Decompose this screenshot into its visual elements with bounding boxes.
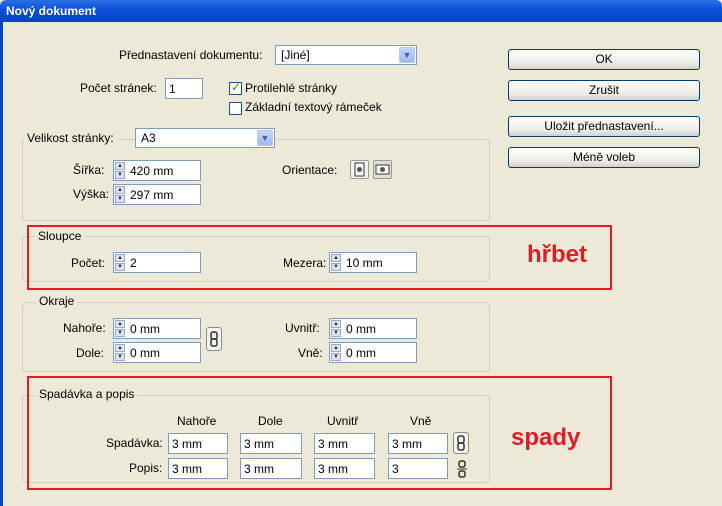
stepper-arrows-icon[interactable]: ▲ ▼ xyxy=(115,162,125,179)
pages-value: 1 xyxy=(169,82,176,96)
page-size-value: A3 xyxy=(141,131,156,145)
height-value: 297 mm xyxy=(130,188,174,202)
chevron-down-icon: ▼ xyxy=(257,130,273,146)
spine-annotation: hřbet xyxy=(527,241,587,268)
chevron-down-icon: ▼ xyxy=(399,47,415,63)
link-chain-icon[interactable] xyxy=(206,327,222,351)
preset-select[interactable]: [Jiné] ▼ xyxy=(275,45,417,65)
margin-outside-value: 0 mm xyxy=(346,346,376,360)
landscape-orientation-icon[interactable] xyxy=(373,160,392,179)
cancel-button[interactable]: Zrušit xyxy=(508,80,700,101)
width-label: Šířka: xyxy=(73,163,105,177)
ok-button[interactable]: OK xyxy=(508,49,700,70)
bleeds-annotation: spady xyxy=(511,424,581,451)
pages-label: Počet stránek: xyxy=(80,81,157,95)
facing-pages-label: Protilehlé stránky xyxy=(245,81,338,95)
window-title: Nový dokument xyxy=(0,0,722,22)
height-stepper[interactable]: ▲ ▼ 297 mm xyxy=(113,184,201,205)
stepper-arrows-icon[interactable]: ▲ ▼ xyxy=(115,344,125,361)
margin-inside-stepper[interactable]: ▲ ▼ 0 mm xyxy=(329,318,417,339)
portrait-orientation-icon[interactable] xyxy=(350,160,369,179)
facing-pages-checkbox[interactable]: ✓ xyxy=(229,80,242,95)
master-text-frame-label: Základní textový rámeček xyxy=(245,100,382,114)
spine-highlight-box xyxy=(27,225,612,290)
page-size-select[interactable]: A3 ▼ xyxy=(135,128,275,148)
margin-top-stepper[interactable]: ▲ ▼ 0 mm xyxy=(113,318,201,339)
checkmark-icon: ✓ xyxy=(231,80,242,94)
margin-inside-label: Uvnitř: xyxy=(285,321,320,335)
width-value: 420 mm xyxy=(130,164,174,178)
new-document-dialog: Nový dokument Přednastavení dokumentu: [… xyxy=(0,0,722,506)
preset-value: [Jiné] xyxy=(281,48,310,62)
margins-title: Okraje xyxy=(36,294,78,308)
master-text-frame-checkbox[interactable] xyxy=(229,102,242,115)
margin-bottom-stepper[interactable]: ▲ ▼ 0 mm xyxy=(113,342,201,363)
page-size-group xyxy=(22,139,490,221)
margins-group xyxy=(22,302,490,372)
stepper-arrows-icon[interactable]: ▲ ▼ xyxy=(115,320,125,337)
stepper-arrows-icon[interactable]: ▲ ▼ xyxy=(331,320,341,337)
save-preset-button[interactable]: Uložit přednastavení... xyxy=(508,116,700,137)
width-stepper[interactable]: ▲ ▼ 420 mm xyxy=(113,160,201,181)
margin-inside-value: 0 mm xyxy=(346,322,376,336)
pages-input[interactable]: 1 xyxy=(165,78,203,99)
height-label: Výška: xyxy=(73,187,110,201)
window-border xyxy=(0,22,3,506)
stepper-arrows-icon[interactable]: ▲ ▼ xyxy=(331,344,341,361)
margin-outside-stepper[interactable]: ▲ ▼ 0 mm xyxy=(329,342,417,363)
margin-top-label: Nahoře: xyxy=(63,321,106,335)
preset-label: Přednastavení dokumentu: xyxy=(119,48,263,62)
margin-bottom-label: Dole: xyxy=(76,346,105,360)
stepper-arrows-icon[interactable]: ▲ ▼ xyxy=(115,186,125,203)
orientation-label: Orientace: xyxy=(282,163,338,177)
margin-outside-label: Vně: xyxy=(298,346,323,360)
margin-bottom-value: 0 mm xyxy=(130,346,160,360)
fewer-options-button[interactable]: Méně voleb xyxy=(508,147,700,168)
page-size-label: Velikost stránky: xyxy=(24,131,117,145)
margin-top-value: 0 mm xyxy=(130,322,160,336)
